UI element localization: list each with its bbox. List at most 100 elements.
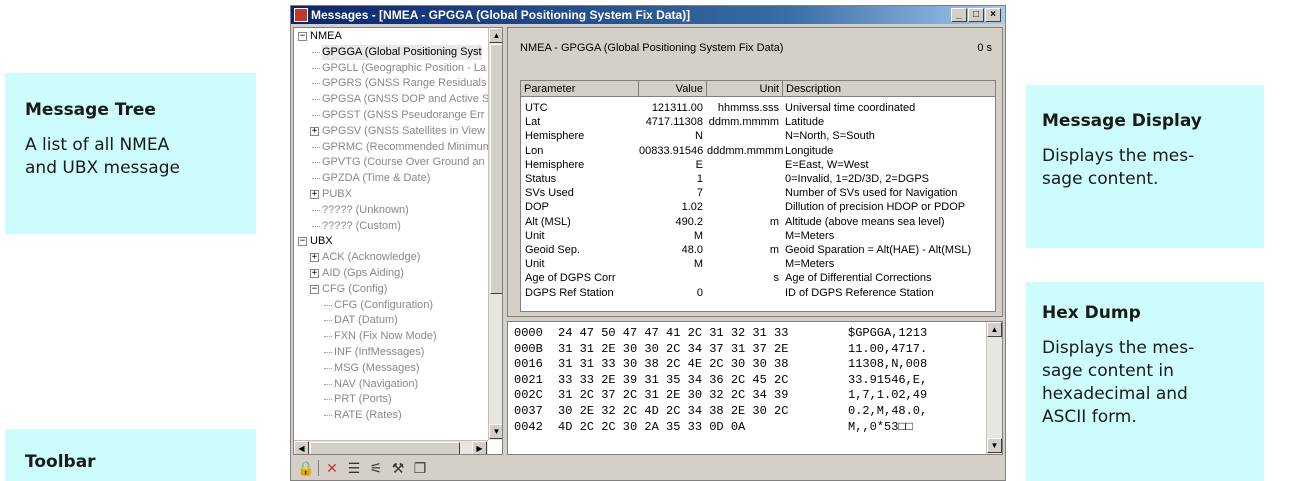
table-row[interactable]: Lat 4717.11308 ddmm.mmmm Latitude: [521, 116, 995, 128]
tree-node[interactable]: GPZDA (Time & Date): [322, 171, 430, 186]
scroll-left-icon[interactable]: ◀: [294, 441, 309, 454]
scroll-right-icon[interactable]: ▶: [472, 441, 487, 454]
hex-vertical-scrollbar[interactable]: ▲ ▼: [986, 322, 1002, 454]
tree-node[interactable]: INF (InfMessages): [334, 345, 424, 360]
tree-node[interactable]: GPGSV (GNSS Satellites in View: [322, 124, 485, 139]
tree-node[interactable]: RATE (Rates): [334, 408, 402, 423]
cell-value: 121311.00: [651, 102, 703, 114]
tree-horizontal-scrollbar[interactable]: ◀ ▶: [294, 440, 488, 454]
column-header-value[interactable]: Value: [639, 81, 707, 97]
cell-description: Longitude: [785, 144, 834, 157]
hex-dump[interactable]: 0000 24 47 50 47 47 41 2C 31 32 31 33 $GPG…: [507, 321, 1003, 455]
hex-ascii: 11308,N,008: [848, 357, 928, 372]
cell-parameter: Lon: [525, 144, 544, 157]
table-row[interactable]: Age of DGPS Corr s Age of Differential Cor…: [521, 272, 995, 284]
toolbar-separator: [318, 460, 319, 476]
tree-connector: [312, 209, 320, 211]
table-row[interactable]: Unit M M=Meters: [521, 230, 995, 242]
close-button[interactable]: ×: [985, 8, 1001, 22]
message-table[interactable]: Parameter Value Unit Description UTC 1213…: [520, 80, 996, 312]
scroll-down-icon[interactable]: ▼: [987, 438, 1002, 453]
expand-icon[interactable]: +: [310, 190, 319, 199]
message-tree[interactable]: − NMEA GPGGA (Global Positioning Syst GPGLL…: [293, 27, 503, 455]
tree-node[interactable]: PUBX: [322, 187, 352, 202]
table-row[interactable]: Lon 00833.91546 dddmm.mmmm Longitude: [521, 145, 995, 157]
callout-line: sage content in: [1042, 361, 1174, 381]
collapse-icon[interactable]: −: [298, 237, 307, 247]
callout-line: A list of all NMEA: [25, 135, 170, 155]
app-icon[interactable]: [294, 8, 308, 22]
cell-description: Number of SVs used for Navigation: [785, 187, 958, 200]
window-titlebar[interactable]: Messages - [NMEA - GPGGA (Global Positio…: [291, 6, 1005, 24]
table-row[interactable]: Hemisphere N N=North, S=South: [521, 130, 995, 142]
expand-icon[interactable]: +: [310, 126, 319, 136]
tree-connector: [312, 225, 320, 227]
tree-node[interactable]: CFG (Configuration): [334, 298, 433, 313]
cell-description: Universal time coordinated: [785, 102, 916, 114]
tree-node[interactable]: GPRMC (Recommended Minimum: [322, 140, 492, 155]
hex-bytes: 4D 2C 2C 30 2A 35 33 0D 0A: [558, 419, 746, 434]
scrollbar-thumb[interactable]: [490, 44, 502, 294]
column-header-unit[interactable]: Unit: [707, 81, 783, 97]
expand-icon[interactable]: +: [310, 253, 319, 263]
tree-node[interactable]: GPGSA (GNSS DOP and Active S: [322, 92, 489, 107]
column-header-description[interactable]: Description: [783, 81, 995, 97]
tree-node[interactable]: FXN (Fix Now Mode): [334, 329, 437, 344]
table-row[interactable]: Geoid Sep. 48.0 m Geoid Sparation = Alt(HAE…: [521, 244, 995, 256]
collapse-icon[interactable]: −: [310, 284, 319, 294]
hex-offset: 0037: [514, 404, 543, 418]
tree-view-icon[interactable]: ⚟: [367, 459, 385, 477]
tree-node[interactable]: NAV (Navigation): [334, 377, 418, 392]
table-row[interactable]: DGPS Ref Station 0 ID of DGPS Reference St…: [521, 287, 995, 299]
hex-ascii: 33.91546,E,: [848, 372, 928, 387]
tree-node[interactable]: MSG (Messages): [334, 361, 420, 376]
tree-node[interactable]: GPGST (GNSS Pseudorange Err: [322, 108, 484, 123]
cell-parameter: Alt (MSL): [525, 215, 571, 228]
tree-node[interactable]: ACK (Acknowledge): [322, 250, 420, 265]
tree-node[interactable]: AID (Gps Aiding): [322, 266, 404, 281]
table-row[interactable]: Unit M M=Meters: [521, 258, 995, 270]
hex-bytes: 24 47 50 47 47 41 2C 31 32 31 33: [558, 326, 789, 340]
tree-node[interactable]: GPGLL (Geographic Position - La: [322, 61, 486, 76]
cell-parameter: DOP: [525, 201, 549, 214]
table-row[interactable]: Hemisphere E E=East, W=West: [521, 159, 995, 171]
callout-line: and UBX message: [25, 158, 180, 178]
expand-icon[interactable]: +: [310, 269, 319, 278]
copy-icon[interactable]: ❐: [411, 459, 429, 477]
tree-node[interactable]: DAT (Datum): [334, 313, 398, 328]
lock-icon[interactable]: 🔒: [297, 459, 315, 477]
tree-node[interactable]: GPGGA (Global Positioning Syst: [322, 44, 482, 60]
tree-node[interactable]: ????? (Unknown): [322, 203, 409, 218]
table-row[interactable]: SVs Used 7 Number of SVs used for Navigati…: [521, 187, 995, 199]
tree-node[interactable]: CFG (Config): [322, 282, 387, 297]
tree-node[interactable]: UBX: [310, 234, 333, 249]
scroll-up-icon[interactable]: ▲: [987, 322, 1002, 337]
table-row[interactable]: Status 1 0=Invalid, 1=2D/3D, 2=DGPS: [521, 173, 995, 185]
scrollbar-thumb[interactable]: [310, 442, 460, 454]
cell-unit: hhmmss.sss: [717, 102, 779, 114]
collapse-icon[interactable]: −: [298, 32, 307, 41]
maximize-button[interactable]: □: [968, 8, 984, 22]
delete-icon[interactable]: ✕: [323, 459, 341, 477]
tree-node[interactable]: PRT (Ports): [334, 392, 392, 407]
cell-value: 1.02: [681, 201, 703, 214]
table-row[interactable]: UTC 121311.00 hhmmss.sss Universal time coo…: [521, 102, 995, 114]
table-row[interactable]: DOP 1.02 Dillution of precision HDOP or PD…: [521, 201, 995, 213]
table-row[interactable]: Alt (MSL) 490.2 m Altitude (above means sea…: [521, 216, 995, 228]
cell-value: 490.2: [675, 215, 703, 228]
scroll-up-icon[interactable]: ▲: [489, 28, 502, 43]
tree-vertical-scrollbar[interactable]: ▲ ▼: [488, 28, 502, 440]
list-icon[interactable]: ☰: [345, 459, 363, 477]
tree-node[interactable]: ????? (Custom): [322, 219, 401, 234]
tree-node[interactable]: GPVTG (Course Over Ground an: [322, 155, 485, 170]
scroll-down-icon[interactable]: ▼: [489, 424, 502, 439]
column-header-parameter[interactable]: Parameter: [521, 81, 639, 97]
cell-parameter: Lat: [525, 116, 541, 129]
tree-node[interactable]: GPGRS (GNSS Range Residuals: [322, 76, 486, 91]
cell-value: E: [695, 158, 703, 171]
toolbar: 🔒 ✕ ☰ ⚟ ⚒ ❐: [293, 458, 473, 478]
tree-node[interactable]: NMEA: [310, 29, 342, 44]
settings-icon[interactable]: ⚒: [389, 459, 407, 477]
hex-bytes: 31 2C 37 2C 31 2E 30 32 2C 34 39: [558, 388, 789, 403]
minimize-button[interactable]: _: [951, 8, 967, 22]
